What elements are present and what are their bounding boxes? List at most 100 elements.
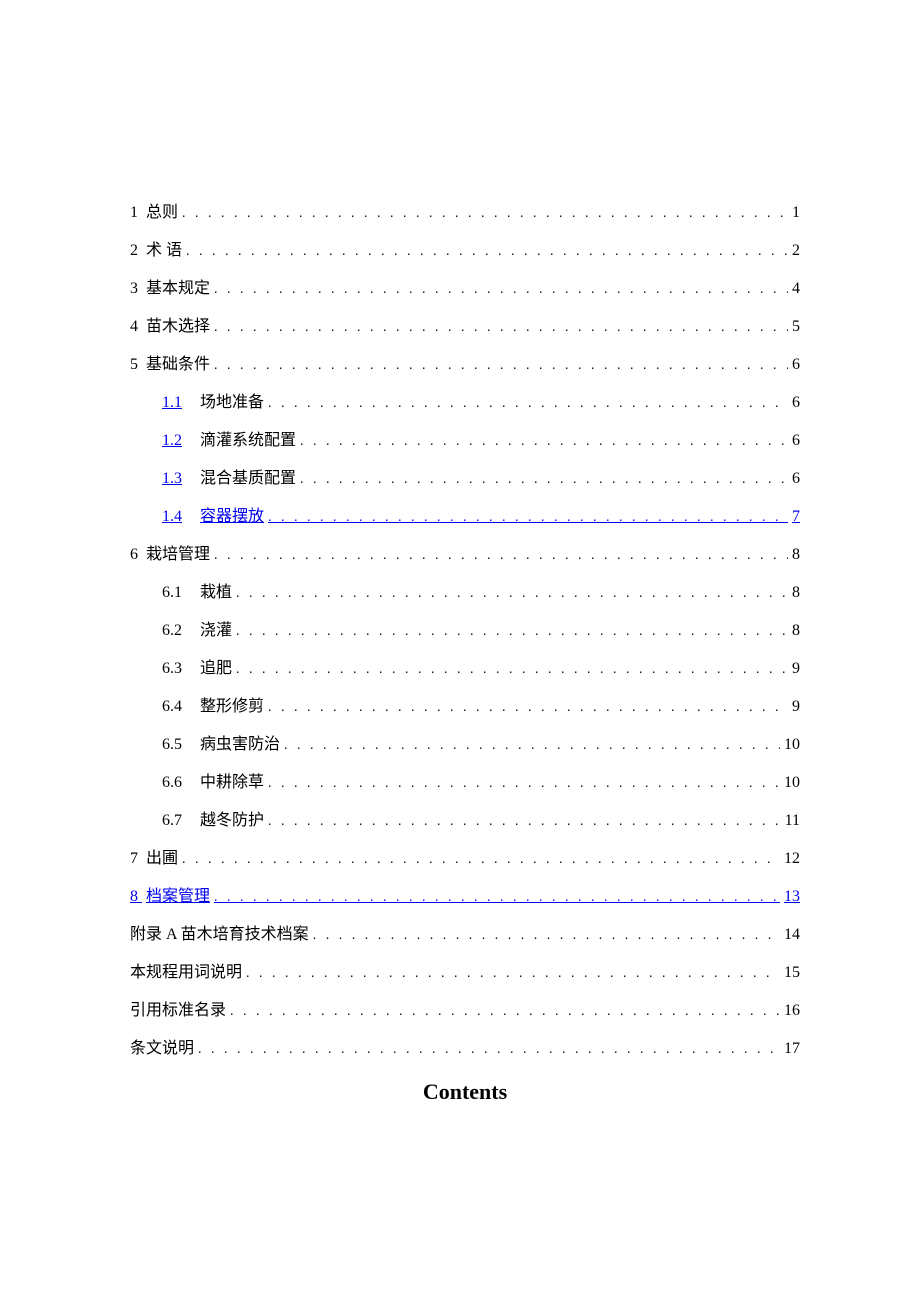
toc-page-number: 14 xyxy=(784,927,800,943)
toc-entry[interactable]: 1.3混合基质配置6 xyxy=(130,471,800,487)
toc-entry: 4 苗木选择 5 xyxy=(130,319,800,335)
toc-leader-dots xyxy=(182,207,788,221)
toc-leader-dots xyxy=(268,511,788,525)
toc-entry[interactable]: 8 档案管理 13 xyxy=(130,889,800,905)
toc-entry[interactable]: 1.2滴灌系统配置6 xyxy=(130,433,800,449)
toc-title: 引用标准名录 xyxy=(130,1003,226,1019)
toc-leader-dots xyxy=(236,663,788,677)
toc-leader-dots xyxy=(246,967,780,981)
toc-leader-dots xyxy=(268,815,781,829)
toc-number: 5 xyxy=(130,357,138,373)
toc-leader-dots xyxy=(182,853,780,867)
toc-title: 档案管理 xyxy=(146,889,210,905)
toc-number: 1.2 xyxy=(162,433,200,449)
toc-title: 基础条件 xyxy=(146,357,210,373)
toc-title: 混合基质配置 xyxy=(200,471,296,487)
toc-leader-dots xyxy=(284,739,780,753)
toc-entry: 1 总则 1 xyxy=(130,205,800,221)
toc-leader-dots xyxy=(268,701,788,715)
toc-number: 6.1 xyxy=(162,585,200,601)
toc-page-number: 6 xyxy=(792,357,800,373)
toc-leader-dots xyxy=(186,245,788,259)
toc-leader-dots xyxy=(236,587,788,601)
table-of-contents: 1 总则12 术 语23 基本规定44 苗木选择55 基础条件61.1场地准备6… xyxy=(130,205,800,1057)
toc-entry: 6 栽培管理 8 xyxy=(130,547,800,563)
contents-heading: Contents xyxy=(130,1079,800,1105)
toc-number: 6.6 xyxy=(162,775,200,791)
toc-leader-dots xyxy=(214,359,788,373)
toc-title: 附录 A 苗木培育技术档案 xyxy=(130,927,309,943)
toc-leader-dots xyxy=(214,321,788,335)
toc-number: 1 xyxy=(130,205,138,221)
toc-entry: 6.4整形修剪9 xyxy=(130,699,800,715)
toc-number: 7 xyxy=(130,851,138,867)
toc-page-number: 8 xyxy=(792,623,800,639)
toc-title: 基本规定 xyxy=(146,281,210,297)
toc-number: 8 xyxy=(130,889,138,905)
toc-number: 6 xyxy=(130,547,138,563)
toc-title: 容器摆放 xyxy=(200,509,264,525)
toc-title: 中耕除草 xyxy=(200,775,264,791)
toc-title: 场地准备 xyxy=(200,395,264,411)
toc-leader-dots xyxy=(268,397,788,411)
toc-entry: 6.3追肥 9 xyxy=(130,661,800,677)
toc-entry: 5 基础条件 6 xyxy=(130,357,800,373)
toc-title: 追肥 xyxy=(200,661,232,677)
toc-entry: 引用标准名录 16 xyxy=(130,1003,800,1019)
toc-title: 术 语 xyxy=(146,243,182,259)
toc-number: 3 xyxy=(130,281,138,297)
toc-number: 4 xyxy=(130,319,138,335)
toc-entry[interactable]: 1.4容器摆放 7 xyxy=(130,509,800,525)
toc-entry: 2 术 语 2 xyxy=(130,243,800,259)
toc-title: 出圃 xyxy=(146,851,178,867)
toc-number: 6.3 xyxy=(162,661,200,677)
toc-title: 病虫害防治 xyxy=(200,737,280,753)
toc-page-number: 2 xyxy=(792,243,800,259)
toc-page-number: 5 xyxy=(792,319,800,335)
toc-entry: 本规程用词说明15 xyxy=(130,965,800,981)
toc-entry: 6.5病虫害防治10 xyxy=(130,737,800,753)
toc-page-number: 4 xyxy=(792,281,800,297)
toc-page-number: 13 xyxy=(784,889,800,905)
toc-entry: 条文说明 17 xyxy=(130,1041,800,1057)
toc-title: 本规程用词说明 xyxy=(130,965,242,981)
toc-entry: 3 基本规定 4 xyxy=(130,281,800,297)
toc-title: 栽植 xyxy=(200,585,232,601)
toc-page-number: 9 xyxy=(792,661,800,677)
toc-number: 6.2 xyxy=(162,623,200,639)
toc-page-number: 12 xyxy=(784,851,800,867)
toc-number: 6.4 xyxy=(162,699,200,715)
toc-title: 滴灌系统配置 xyxy=(200,433,296,449)
toc-page-number: 16 xyxy=(784,1003,800,1019)
toc-entry[interactable]: 1.1场地准备6 xyxy=(130,395,800,411)
toc-page-number: 7 xyxy=(792,509,800,525)
toc-number: 2 xyxy=(130,243,138,259)
toc-entry: 6.6中耕除草10 xyxy=(130,775,800,791)
toc-title: 越冬防护 xyxy=(200,813,264,829)
toc-page-number: 6 xyxy=(792,395,800,411)
toc-page-number: 11 xyxy=(785,813,800,829)
toc-entry: 7 出圃 12 xyxy=(130,851,800,867)
toc-leader-dots xyxy=(214,283,788,297)
toc-leader-dots xyxy=(300,473,788,487)
toc-leader-dots xyxy=(300,435,788,449)
toc-page-number: 9 xyxy=(792,699,800,715)
toc-number: 6.7 xyxy=(162,813,200,829)
toc-page-number: 8 xyxy=(792,585,800,601)
toc-title: 条文说明 xyxy=(130,1041,194,1057)
toc-page-number: 8 xyxy=(792,547,800,563)
toc-title: 总则 xyxy=(146,205,178,221)
toc-number: 6.5 xyxy=(162,737,200,753)
toc-number: 1.4 xyxy=(162,509,200,525)
toc-title: 苗木选择 xyxy=(146,319,210,335)
toc-page-number: 1 xyxy=(792,205,800,221)
toc-page-number: 17 xyxy=(784,1041,800,1057)
toc-entry: 6.7越冬防护 11 xyxy=(130,813,800,829)
toc-leader-dots xyxy=(230,1005,780,1019)
toc-title: 浇灌 xyxy=(200,623,232,639)
toc-leader-dots xyxy=(198,1043,780,1057)
toc-leader-dots xyxy=(268,777,780,791)
toc-number: 1.3 xyxy=(162,471,200,487)
toc-title: 栽培管理 xyxy=(146,547,210,563)
toc-leader-dots xyxy=(214,891,780,905)
